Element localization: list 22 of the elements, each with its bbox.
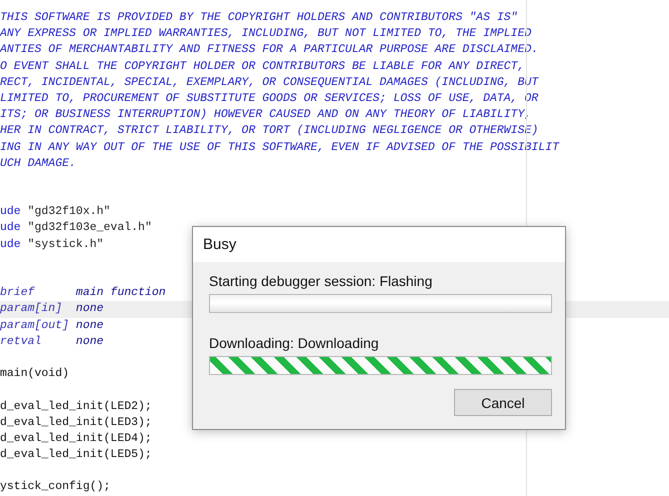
code-line: O EVENT SHALL THE COPYRIGHT HOLDER OR CONTRIBUTORS BE LIABLE FOR ANY DIRECT, — [0, 58, 524, 75]
code-line: main(void) — [0, 366, 70, 382]
code-line: THIS SOFTWARE IS PROVIDED BY THE COPYRIGHT HOLDERS AND CONTRIBUTORS "AS IS" — [0, 10, 518, 26]
code-line: d_eval_led_init(LED2); — [0, 398, 152, 414]
code-line: HER IN CONTRACT, STRICT LIABILITY, OR TORT (INCLUDING NEGLIGENCE OR OTHERWISE) — [0, 123, 538, 140]
code-line: ING IN ANY WAY OUT OF THE USE OF THIS SOFTWARE, EVEN IF ADVISED OF THE POSSIBILIT — [0, 140, 559, 156]
code-line: brief main function — [0, 285, 166, 302]
code-line: ude "systick.h" — [0, 236, 104, 253]
code-line: d_eval_led_init(LED4); — [0, 430, 152, 447]
code-line: UCH DAMAGE. — [0, 156, 76, 172]
dialog-title: Busy — [193, 227, 565, 262]
code-line: retval none — [0, 334, 104, 350]
code-line: param[out] none — [0, 318, 104, 334]
code-line: d_eval_led_init(LED5); — [0, 447, 152, 464]
cancel-button[interactable]: Cancel — [454, 389, 552, 416]
code-line: ystick_config(); — [0, 479, 110, 496]
code-line: d_eval_led_init(LED3); — [0, 414, 152, 431]
progress-label: Downloading: Downloading — [209, 335, 380, 351]
code-line: ude "gd32f103e_eval.h" — [0, 220, 152, 236]
code-line: ITS; OR BUSINESS INTERRUPTION) HOWEVER CAUSED AND ON ANY THEORY OF LIABILITY, — [0, 107, 532, 124]
code-line: ude "gd32f10x.h" — [0, 204, 110, 220]
progress-label: Starting debugger session: Flashing — [209, 273, 434, 289]
